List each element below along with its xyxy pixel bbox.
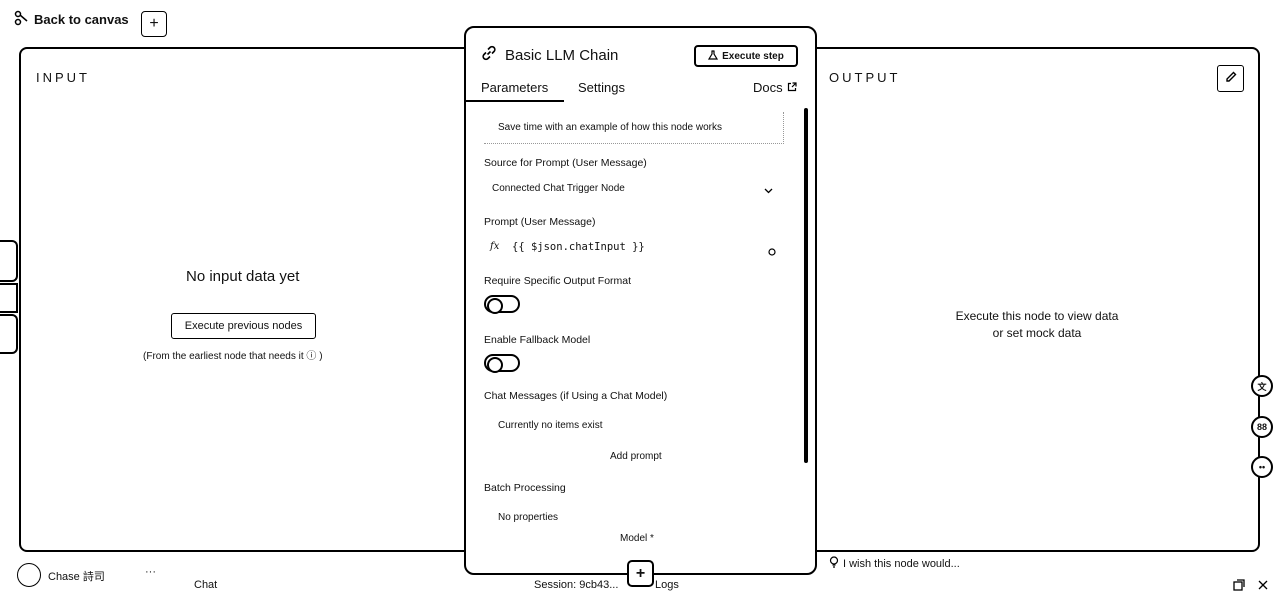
feedback-label: I wish this node would... [843, 557, 960, 570]
fallback-label: Enable Fallback Model [484, 334, 591, 346]
translate-icon[interactable]: 文 [1251, 375, 1273, 397]
tab-parameters[interactable]: Parameters [481, 80, 548, 95]
external-link-icon [787, 80, 797, 95]
require-format-label: Require Specific Output Format [484, 275, 632, 287]
tab-settings[interactable]: Settings [578, 80, 625, 95]
source-label: Source for Prompt (User Message) [484, 157, 647, 169]
execute-previous-nodes-button[interactable]: Execute previous nodes [171, 313, 316, 339]
parameters-scrollbar[interactable] [804, 108, 808, 463]
model-connector-label: Model * [620, 533, 654, 544]
source-select-value[interactable]: Connected Chat Trigger Node [492, 183, 625, 194]
docs-link[interactable]: Docs [753, 80, 797, 95]
execute-step-button[interactable]: Execute step [694, 45, 798, 67]
back-to-canvas-button[interactable]: Back to canvas [14, 10, 129, 29]
avatar[interactable] [17, 563, 41, 587]
node-header: Basic LLM Chain [481, 45, 618, 65]
side-panel-fragment [0, 283, 18, 313]
docs-label: Docs [753, 80, 783, 95]
active-tab-indicator [466, 100, 564, 102]
example-tip[interactable]: Save time with an example of how this no… [484, 112, 784, 144]
back-label: Back to canvas [34, 12, 129, 27]
user-menu-button[interactable]: ··· [145, 566, 156, 578]
chat-messages-empty: Currently no items exist [498, 420, 603, 431]
input-hint: (From the earliest node that needs it ⓘ … [143, 351, 323, 362]
add-model-button[interactable]: + [627, 560, 654, 587]
add-prompt-button[interactable]: Add prompt [610, 451, 662, 462]
logs-tab[interactable]: Logs [655, 579, 679, 591]
link-icon [481, 45, 497, 65]
node-title: Basic LLM Chain [505, 46, 619, 64]
input-title: INPUT [36, 70, 90, 85]
output-empty-message: Execute this node to view data or set mo… [940, 308, 1134, 342]
side-panel-fragment [0, 240, 18, 282]
flask-icon [708, 49, 719, 63]
popout-icon[interactable] [1233, 578, 1245, 596]
chevron-down-icon[interactable] [763, 183, 774, 201]
session-label: Session: 9cb43... [534, 579, 619, 591]
user-name: Chase 詩司 [48, 571, 105, 583]
require-format-toggle[interactable] [484, 295, 520, 314]
expression-fx-icon: fx [490, 241, 500, 252]
back-arrow-icon [14, 10, 30, 29]
fallback-toggle[interactable] [484, 354, 520, 373]
batch-label: Batch Processing [484, 482, 566, 494]
prompt-label: Prompt (User Message) [484, 216, 596, 228]
add-node-button[interactable]: + [141, 11, 167, 37]
prompt-input[interactable]: {{ $json.chatInput }} [512, 241, 645, 253]
lightbulb-icon [829, 556, 839, 571]
edit-output-button[interactable] [1217, 65, 1244, 92]
output-message-line2: or set mock data [992, 326, 1082, 340]
no-input-title: No input data yet [186, 268, 300, 285]
chat-messages-label: Chat Messages (if Using a Chat Model) [484, 390, 668, 402]
execute-step-label: Execute step [722, 50, 784, 62]
expand-editor-icon[interactable] [767, 244, 777, 262]
batch-empty: No properties [498, 512, 559, 523]
side-panel-fragment [0, 314, 18, 354]
assistant-icon[interactable]: •• [1251, 456, 1273, 478]
output-message-line1: Execute this node to view data [955, 309, 1119, 323]
pencil-icon [1224, 70, 1238, 87]
collapse-icon[interactable] [1257, 578, 1269, 596]
feedback-prompt[interactable]: I wish this node would... [829, 556, 960, 571]
chat-tab[interactable]: Chat [194, 579, 217, 591]
output-title: OUTPUT [829, 70, 901, 85]
grid-icon[interactable]: 88 [1251, 416, 1273, 438]
